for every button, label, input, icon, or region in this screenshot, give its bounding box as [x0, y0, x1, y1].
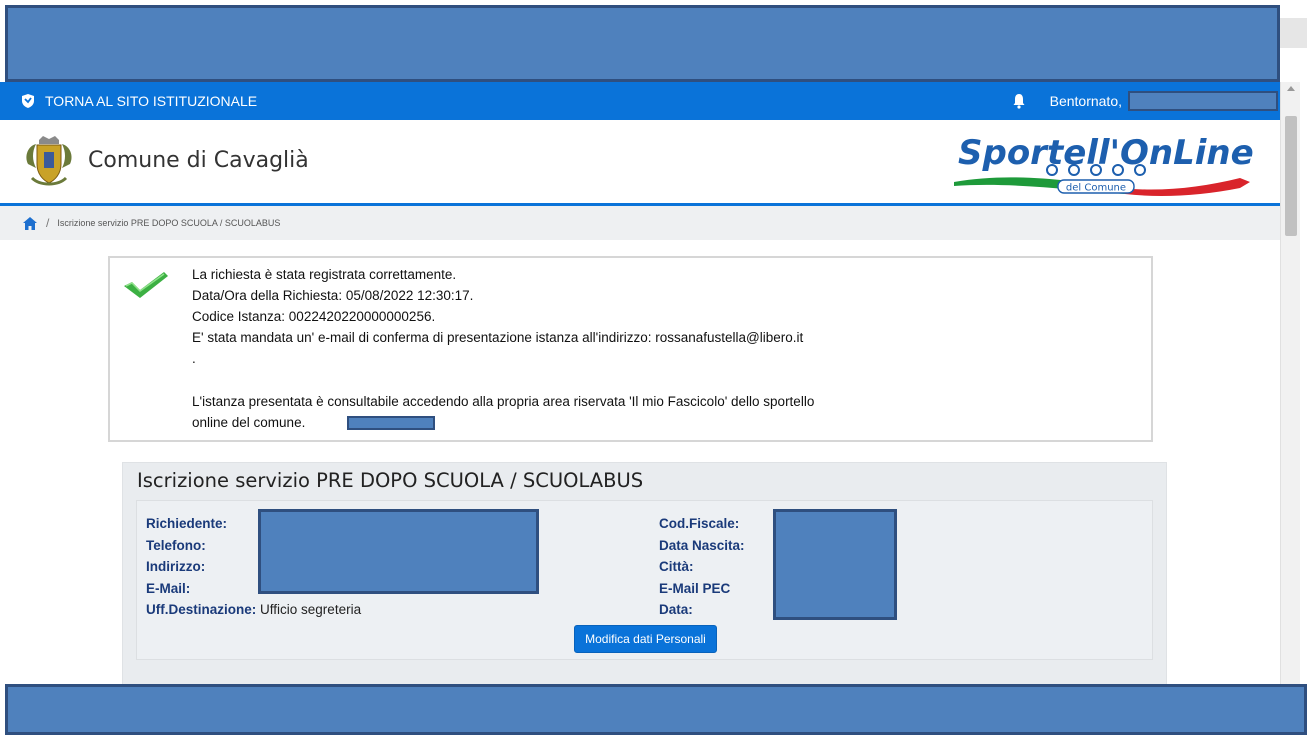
breadcrumb-separator: / [46, 216, 50, 230]
success-message: La richiesta è stata registrata corretta… [192, 264, 912, 433]
home-icon[interactable] [23, 216, 37, 230]
message-line-email: E' stata mandata un' e-mail di conferma … [192, 330, 804, 345]
redaction-personal-left [258, 509, 539, 594]
redaction-username [1128, 91, 1278, 111]
message-line-datetime: Data/Ora della Richiesta: 05/08/2022 12:… [192, 288, 474, 303]
welcome-text: Bentornato, [1049, 93, 1122, 109]
page-scrollbar[interactable] [1280, 82, 1300, 735]
municipality-crest-icon [26, 136, 72, 186]
bell-icon[interactable] [1012, 93, 1026, 109]
redaction-personal-right [773, 509, 897, 620]
field-citta: Città: [659, 559, 694, 574]
shield-icon [22, 94, 34, 108]
scroll-up-icon[interactable] [1287, 86, 1295, 91]
institutional-bar: TORNA AL SITO ISTITUZIONALE Bentornato, [0, 82, 1280, 120]
redaction-top [5, 5, 1280, 82]
message-line-registered: La richiesta è stata registrata corretta… [192, 267, 457, 282]
field-codice-fiscale: Cod.Fiscale: [659, 516, 740, 531]
browser-edge [1279, 18, 1307, 48]
back-to-site-link[interactable]: TORNA AL SITO ISTITUZIONALE [20, 93, 257, 109]
form-title: Iscrizione servizio PRE DOPO SCUOLA / SC… [137, 469, 644, 492]
personal-data-right-column: Cod.Fiscale: Data Nascita: Città: E-Mail… [659, 513, 745, 621]
logo-text: Sportell'OnLine [958, 133, 1254, 173]
message-line-code: Codice Istanza: 0022420220000000256. [192, 309, 436, 324]
checkmark-icon [124, 272, 168, 298]
page: TORNA AL SITO ISTITUZIONALE Bentornato, … [0, 0, 1307, 735]
user-area: Bentornato, [1012, 82, 1280, 120]
back-link-label: TORNA AL SITO ISTITUZIONALE [45, 93, 258, 109]
edit-personal-data-button[interactable]: Modifica dati Personali [574, 625, 717, 653]
message-line-dot: . [192, 351, 196, 366]
success-message-box: La richiesta è stata registrata corretta… [108, 256, 1153, 442]
scroll-thumb[interactable] [1285, 116, 1297, 236]
message-line-consult: L'istanza presentata è consultabile acce… [192, 394, 815, 409]
field-data: Data: [659, 602, 693, 617]
logo-subtitle: del Comune [1066, 183, 1126, 194]
breadcrumb: / Iscrizione servizio PRE DOPO SCUOLA / … [0, 206, 1280, 240]
field-destination-office: Uff.Destinazione: Ufficio segreteria [146, 602, 362, 617]
redaction-inline [347, 416, 436, 431]
field-data-nascita: Data Nascita: [659, 537, 745, 553]
message-online-text: online del comune. [192, 415, 306, 430]
sportello-online-logo[interactable]: Sportell'OnLine del Comune [950, 126, 1260, 202]
municipality-name: Comune di Cavaglià [88, 148, 309, 173]
redaction-bottom [5, 684, 1307, 735]
breadcrumb-current: Iscrizione servizio PRE DOPO SCUOLA / SC… [57, 218, 281, 228]
field-email-pec: E-Mail PEC [659, 580, 731, 596]
message-line-online: online del comune. [192, 412, 912, 433]
municipality-header: Comune di Cavaglià Sportell'OnLine del C… [0, 120, 1280, 206]
